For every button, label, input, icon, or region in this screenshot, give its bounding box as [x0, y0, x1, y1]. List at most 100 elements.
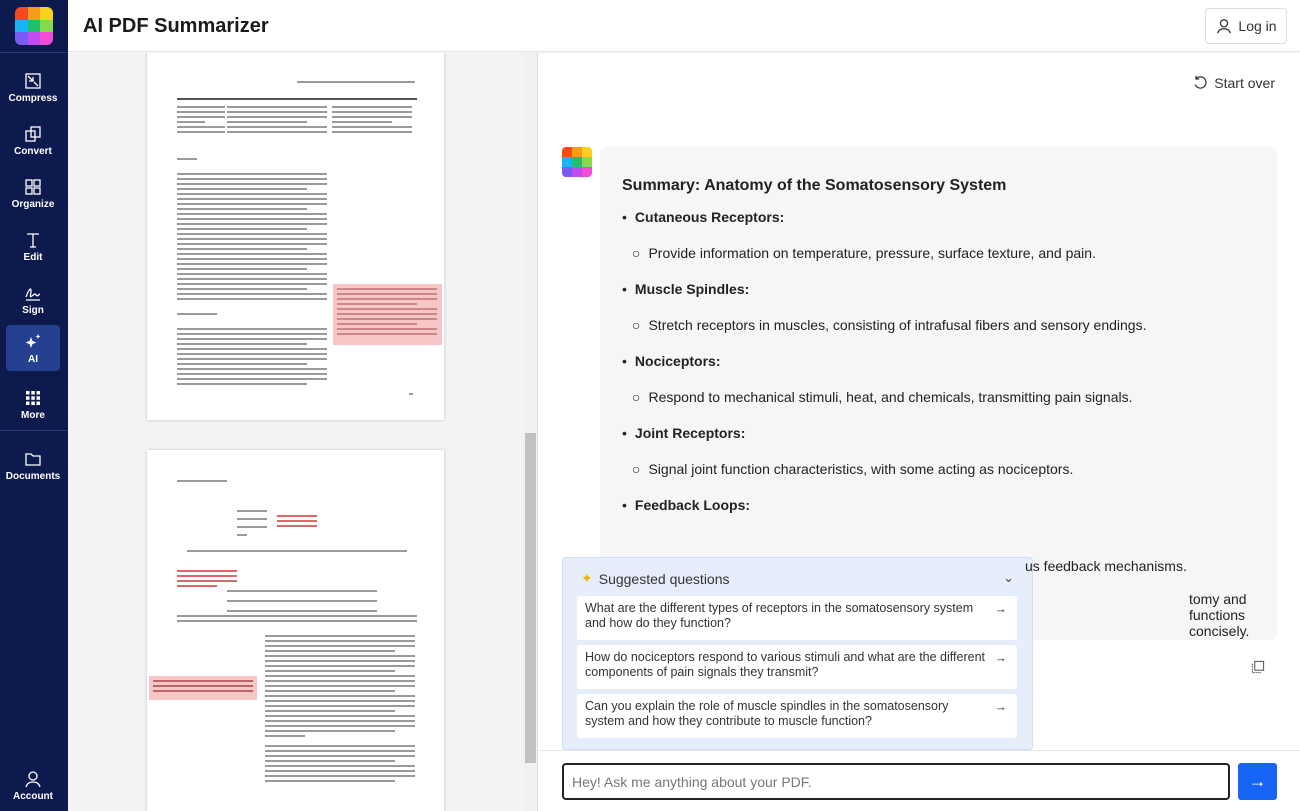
- chat-input[interactable]: Hey! Ask me anything about your PDF.: [562, 763, 1230, 800]
- pdf-text-line: [265, 760, 395, 762]
- pdf-text-line: [409, 393, 413, 395]
- pdf-page: [147, 450, 444, 811]
- assistant-avatar: [562, 147, 592, 177]
- pdf-text-line: [265, 735, 305, 737]
- pdf-text-line: [265, 730, 395, 732]
- app-logo[interactable]: [15, 7, 53, 45]
- pdf-text-line: [227, 131, 327, 133]
- pdf-text-line: [177, 373, 327, 375]
- pdf-text-line: [177, 353, 327, 355]
- scrollbar-thumb[interactable]: [525, 433, 536, 763]
- pdf-text-line: [177, 298, 327, 300]
- user-icon: [1217, 19, 1232, 34]
- pdf-text-line: [177, 278, 327, 280]
- pdf-text-line: [177, 213, 327, 215]
- summary-heading-item: • Cutaneous Receptors:: [622, 209, 1255, 225]
- summary-detail-item: ○ Signal joint function characteristics, …: [632, 461, 1255, 477]
- pdf-text-line: [177, 178, 327, 180]
- sidebar-item-label: Edit: [23, 251, 43, 263]
- bullet: •: [622, 497, 627, 513]
- pdf-scrollbar[interactable]: [523, 53, 538, 811]
- sidebar-item-sign[interactable]: Sign: [6, 276, 60, 322]
- signature-icon: [25, 287, 41, 301]
- pdf-text-line: [177, 188, 307, 190]
- pdf-text-line: [265, 640, 415, 642]
- pdf-text-line: [265, 635, 415, 637]
- pdf-text-line: [177, 193, 327, 195]
- bullet: ○: [632, 245, 641, 261]
- pdf-text-line: [265, 695, 415, 697]
- pdf-text-line: [177, 98, 417, 100]
- pdf-text-line: [265, 780, 395, 782]
- pdf-text-line: [177, 106, 225, 108]
- pdf-text-line: [265, 655, 415, 657]
- pdf-text-line: [265, 765, 415, 767]
- pdf-text-line: [332, 121, 392, 123]
- pdf-text-line: [177, 343, 307, 345]
- sidebar-item-ai[interactable]: AI: [6, 325, 60, 371]
- dots-grid-icon: [26, 390, 40, 405]
- pdf-text-line: [177, 348, 327, 350]
- sidebar-item-label: Convert: [14, 145, 52, 157]
- pdf-text-line: [265, 705, 415, 707]
- pdf-text-line: [153, 685, 253, 687]
- pdf-text-line: [153, 690, 253, 692]
- pdf-text-line: [265, 775, 415, 777]
- pdf-text-line: [177, 293, 327, 295]
- pdf-text-line: [265, 650, 395, 652]
- summary-title: Summary: Anatomy of the Somatosensory Sy…: [622, 177, 1007, 194]
- bullet: •: [622, 425, 627, 441]
- pdf-text-line: [265, 660, 415, 662]
- pdf-text-line: [227, 111, 327, 113]
- pdf-text-line: [177, 111, 225, 113]
- pdf-text-line: [337, 293, 437, 295]
- pdf-viewer[interactable]: [68, 53, 523, 811]
- text-icon: [27, 232, 39, 248]
- question-text: What are the different types of receptor…: [585, 601, 974, 630]
- sidebar-item-account[interactable]: Account: [6, 762, 60, 808]
- sidebar-item-compress[interactable]: Compress: [6, 64, 60, 110]
- copy-icon[interactable]: [1250, 659, 1266, 680]
- start-over-button[interactable]: Start over: [1192, 75, 1275, 91]
- arrow-right-icon: →: [994, 651, 1008, 665]
- arrow-right-icon: →: [994, 700, 1008, 714]
- arrow-right-icon: →: [1248, 771, 1267, 791]
- summary-detail: Provide information on temperature, pres…: [648, 245, 1096, 261]
- pdf-text-line: [177, 615, 417, 617]
- pdf-text-line: [177, 313, 217, 315]
- suggested-question[interactable]: What are the different types of receptor…: [577, 596, 1017, 640]
- pdf-text-line: [265, 750, 415, 752]
- pdf-text-line: [337, 308, 437, 310]
- folder-icon: [25, 452, 41, 466]
- sidebar-item-label: Sign: [22, 304, 44, 316]
- pdf-text-line: [337, 328, 437, 330]
- suggested-question[interactable]: How do nociceptors respond to various st…: [577, 645, 1017, 689]
- sidebar-item-documents[interactable]: Documents: [6, 442, 60, 488]
- start-over-label: Start over: [1214, 75, 1275, 91]
- login-button[interactable]: Log in: [1205, 8, 1287, 44]
- pdf-text-line: [177, 585, 217, 587]
- header: AI PDF Summarizer Log in: [68, 0, 1300, 52]
- sidebar-item-convert[interactable]: Convert: [6, 117, 60, 163]
- pdf-text-line: [177, 158, 197, 160]
- pdf-text-line: [332, 111, 412, 113]
- send-button[interactable]: →: [1238, 763, 1277, 800]
- pdf-text-line: [337, 333, 437, 335]
- user-icon: [25, 770, 41, 787]
- pdf-text-line: [177, 570, 237, 572]
- suggested-question[interactable]: Can you explain the role of muscle spind…: [577, 694, 1017, 738]
- pdf-text-line: [265, 665, 415, 667]
- bullet: •: [622, 209, 627, 225]
- summary-trailing-text: tomy and functions concisely.: [1189, 591, 1250, 639]
- sparkle-icon: [25, 333, 41, 348]
- sidebar-item-edit[interactable]: Edit: [6, 223, 60, 269]
- chevron-down-icon[interactable]: ⌄: [1003, 570, 1014, 586]
- sidebar-item-organize[interactable]: Organize: [6, 170, 60, 216]
- suggested-questions-title: Suggested questions: [598, 570, 730, 587]
- sidebar-item-more[interactable]: More: [6, 381, 60, 427]
- login-label: Log in: [1238, 18, 1277, 34]
- pdf-text-line: [177, 116, 225, 118]
- pdf-text-line: [265, 680, 415, 682]
- pdf-text-line: [265, 755, 415, 757]
- sidebar: Compress Convert Organize Edit Sign AI M…: [0, 0, 68, 811]
